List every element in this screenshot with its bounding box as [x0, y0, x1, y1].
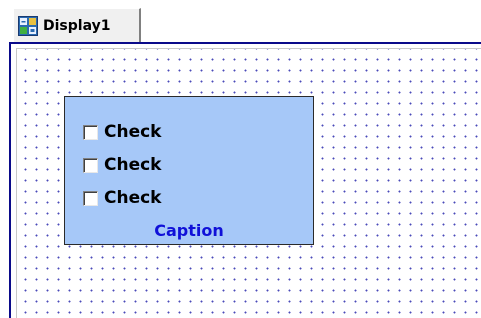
checkbox[interactable]	[83, 124, 98, 140]
checkbox-row[interactable]: Check	[83, 154, 162, 176]
tab-strip: Display1	[0, 0, 481, 42]
checkbox[interactable]	[83, 157, 98, 173]
checkbox-label: Check	[104, 188, 162, 208]
group-caption: Caption	[154, 221, 224, 240]
display-icon	[18, 15, 38, 36]
checkbox-label: Check	[104, 155, 162, 175]
checkbox-row[interactable]: Check	[83, 121, 162, 143]
tab-display1[interactable]: Display1	[13, 8, 141, 42]
tab-label: Display1	[43, 17, 111, 34]
editor-window: Display1 Check Check Check Caption	[0, 0, 481, 318]
checkbox-label: Check	[104, 122, 162, 142]
checkbox-row[interactable]: Check	[83, 187, 162, 209]
checkbox[interactable]	[83, 190, 98, 206]
checkbox-group-box[interactable]: Check Check Check Caption	[64, 96, 314, 245]
